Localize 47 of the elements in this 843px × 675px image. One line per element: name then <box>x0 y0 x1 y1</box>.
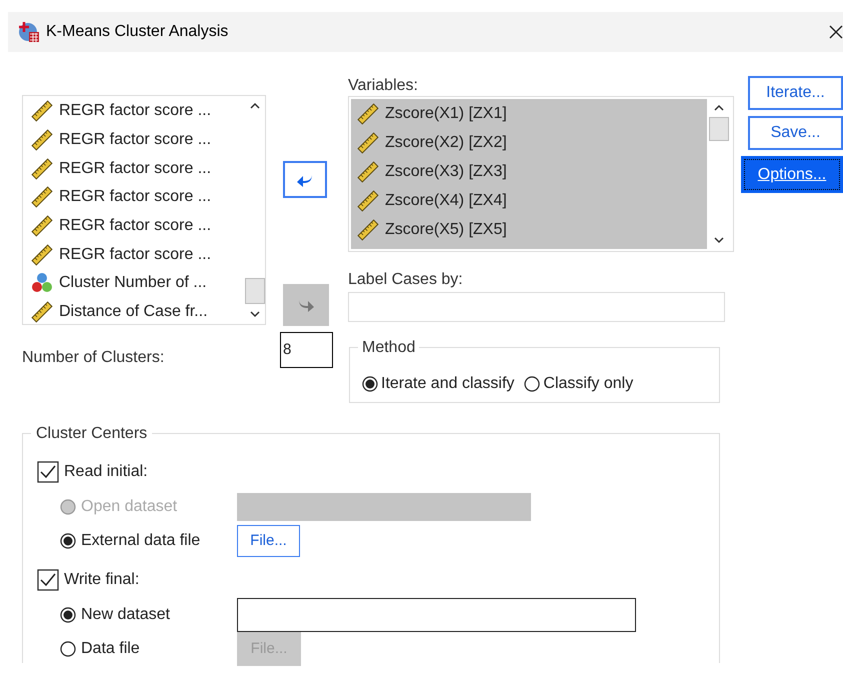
dialog-button[interactable]: Save... <box>748 116 843 150</box>
balls-icon <box>31 272 53 294</box>
list-item[interactable]: REGR factor score ... <box>59 99 212 124</box>
dialog-button[interactable]: Iterate... <box>748 76 843 110</box>
checkbox-label[interactable]: Read initial: <box>64 460 148 484</box>
dataset-name-field[interactable] <box>237 598 636 632</box>
list-item[interactable]: Zscore(X1) [ZX1] <box>385 102 507 126</box>
app-icon <box>18 21 40 43</box>
radio-label[interactable]: Iterate and classify <box>381 372 514 396</box>
radio-button[interactable] <box>524 376 540 392</box>
checkbox-label[interactable]: Write final: <box>64 568 140 592</box>
radio-button[interactable] <box>362 376 378 392</box>
list-item[interactable]: REGR factor score ... <box>59 242 212 267</box>
radio-label[interactable]: New dataset <box>81 603 170 627</box>
variables-list[interactable]: Zscore(X1) [ZX1] Zscore(X2) [ZX2] Zscore(X3) [ZX3] Zscore(X4) [ZX4] Zscore(X5) [ZX5] <box>348 96 734 252</box>
radio-button[interactable] <box>60 641 76 657</box>
move-button[interactable] <box>283 161 327 198</box>
radio-label: Open dataset <box>81 497 178 517</box>
number-of-clusters-field[interactable]: 8 <box>280 332 333 368</box>
radio-label[interactable]: Data file <box>81 637 140 661</box>
variables-label: Variables: <box>348 76 419 96</box>
radio-label[interactable]: Classify only <box>543 372 634 396</box>
dialog-button[interactable]: Options... <box>741 156 843 193</box>
list-item[interactable]: REGR factor score ... <box>59 156 212 181</box>
window-title: K-Means Cluster Analysis <box>46 22 228 42</box>
list-item[interactable]: REGR factor score ... <box>59 214 212 238</box>
list-item[interactable]: Cluster Number of ... <box>59 271 207 296</box>
scroll-thumb[interactable] <box>244 278 264 304</box>
scroll-thumb[interactable] <box>709 117 729 141</box>
label-cases-field[interactable] <box>348 292 725 322</box>
radio-button[interactable] <box>60 533 76 549</box>
list-item[interactable]: REGR factor score ... <box>59 128 212 152</box>
radio-button[interactable] <box>60 607 76 623</box>
checkbox[interactable] <box>37 461 59 483</box>
list-item[interactable]: Zscore(X5) [ZX5] <box>385 218 507 242</box>
list-item[interactable]: Distance of Case fr... <box>59 300 208 324</box>
label-cases-label: Label Cases by: <box>348 270 464 290</box>
list-item[interactable]: REGR factor score ... <box>59 185 212 210</box>
file-button[interactable]: File... <box>237 525 300 557</box>
source-variable-list[interactable]: REGR factor score ... REGR factor score ... REGR factor score ... REGR factor score ... REGR factor score ... REGR factor score ... Cluster Number of ... Distance of Case fr... <box>22 95 266 325</box>
number-of-clusters-label: Number of Clusters: <box>22 348 166 368</box>
close-icon[interactable] <box>829 25 843 39</box>
list-item[interactable]: Zscore(X4) [ZX4] <box>385 188 507 212</box>
checkbox[interactable] <box>37 569 59 591</box>
list-item[interactable]: Zscore(X2) [ZX2] <box>385 130 507 154</box>
radio-label[interactable]: External data file <box>81 529 200 553</box>
list-item[interactable]: Zscore(X3) [ZX3] <box>385 160 507 184</box>
